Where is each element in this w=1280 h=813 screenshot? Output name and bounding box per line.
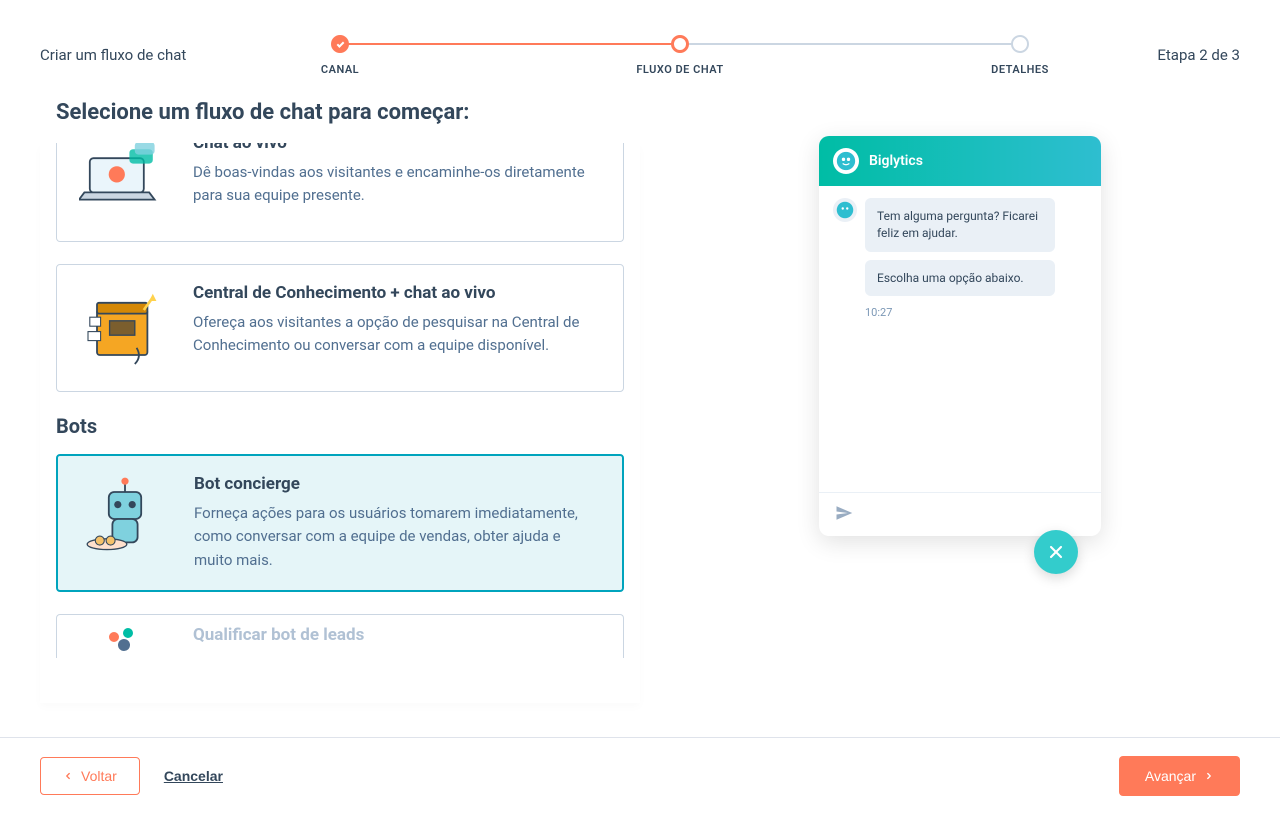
- next-button-label: Avançar: [1145, 768, 1196, 784]
- back-button[interactable]: Voltar: [40, 757, 140, 795]
- step-indicator: Etapa 2 de 3: [1080, 46, 1240, 64]
- step-circle-done: [331, 35, 349, 53]
- robot-icon: [80, 474, 170, 564]
- step-connector: [680, 43, 1020, 45]
- chevron-right-icon: [1204, 768, 1214, 784]
- laptop-chat-icon: [79, 143, 169, 223]
- chat-message: Tem alguma pergunta? Ficarei feliz em aj…: [865, 198, 1055, 252]
- chat-timestamp: 10:27: [865, 306, 1055, 319]
- wizard-title: Criar um fluxo de chat: [40, 46, 280, 64]
- cancel-button[interactable]: Cancelar: [164, 768, 223, 784]
- option-kb-live-chat[interactable]: Central de Conhecimento + chat ao vivo O…: [56, 264, 624, 392]
- chat-header: Biglytics: [819, 136, 1101, 186]
- wizard-header: Criar um fluxo de chat CANAL FLUXO DE CH…: [0, 0, 1280, 100]
- options-scroll-area[interactable]: Chat ao vivo Dê boas-vindas aos visitant…: [40, 143, 640, 703]
- knowledge-base-icon: [79, 283, 169, 373]
- chat-preview-widget: Biglytics Tem alguma pergunta? Ficarei f…: [819, 136, 1101, 536]
- section-bots-heading: Bots: [56, 414, 624, 438]
- option-title: Chat ao vivo: [193, 143, 601, 153]
- chat-close-button[interactable]: [1034, 530, 1078, 574]
- leads-icon: [79, 625, 169, 655]
- option-title: Central de Conhecimento + chat ao vivo: [193, 283, 601, 303]
- chat-brand-name: Biglytics: [869, 153, 923, 169]
- option-desc: Dê boas-vindas aos visitantes e encaminh…: [193, 161, 601, 208]
- wizard-footer: Voltar Cancelar Avançar: [0, 737, 1280, 813]
- step-circle-upcoming: [1011, 35, 1029, 53]
- back-button-label: Voltar: [81, 768, 117, 784]
- page-title: Selecione um fluxo de chat para começar:: [40, 100, 640, 125]
- chat-message: Escolha uma opção abaixo.: [865, 260, 1055, 297]
- option-live-chat[interactable]: Chat ao vivo Dê boas-vindas aos visitant…: [56, 143, 624, 242]
- step-connector: [340, 43, 680, 45]
- cancel-button-label: Cancelar: [164, 768, 223, 784]
- option-title: Bot concierge: [194, 474, 600, 494]
- option-qualify-leads[interactable]: Qualificar bot de leads: [56, 614, 624, 658]
- chat-bot-avatar: [833, 198, 857, 222]
- chat-body: Tem alguma pergunta? Ficarei feliz em aj…: [819, 186, 1101, 492]
- option-bot-concierge[interactable]: Bot concierge Forneça ações para os usuá…: [56, 454, 624, 592]
- send-icon[interactable]: [835, 504, 853, 526]
- next-button[interactable]: Avançar: [1119, 756, 1240, 796]
- chat-brand-avatar: [833, 148, 859, 174]
- option-desc: Forneça ações para os usuários tomarem i…: [194, 502, 600, 572]
- wizard-stepper: CANAL FLUXO DE CHAT DETALHES: [280, 35, 1080, 76]
- scroll-fade: [40, 663, 640, 703]
- chevron-left-icon: [63, 768, 73, 784]
- option-desc: Ofereça aos visitantes a opção de pesqui…: [193, 311, 601, 358]
- option-title: Qualificar bot de leads: [193, 625, 601, 645]
- step-circle-current: [671, 35, 689, 53]
